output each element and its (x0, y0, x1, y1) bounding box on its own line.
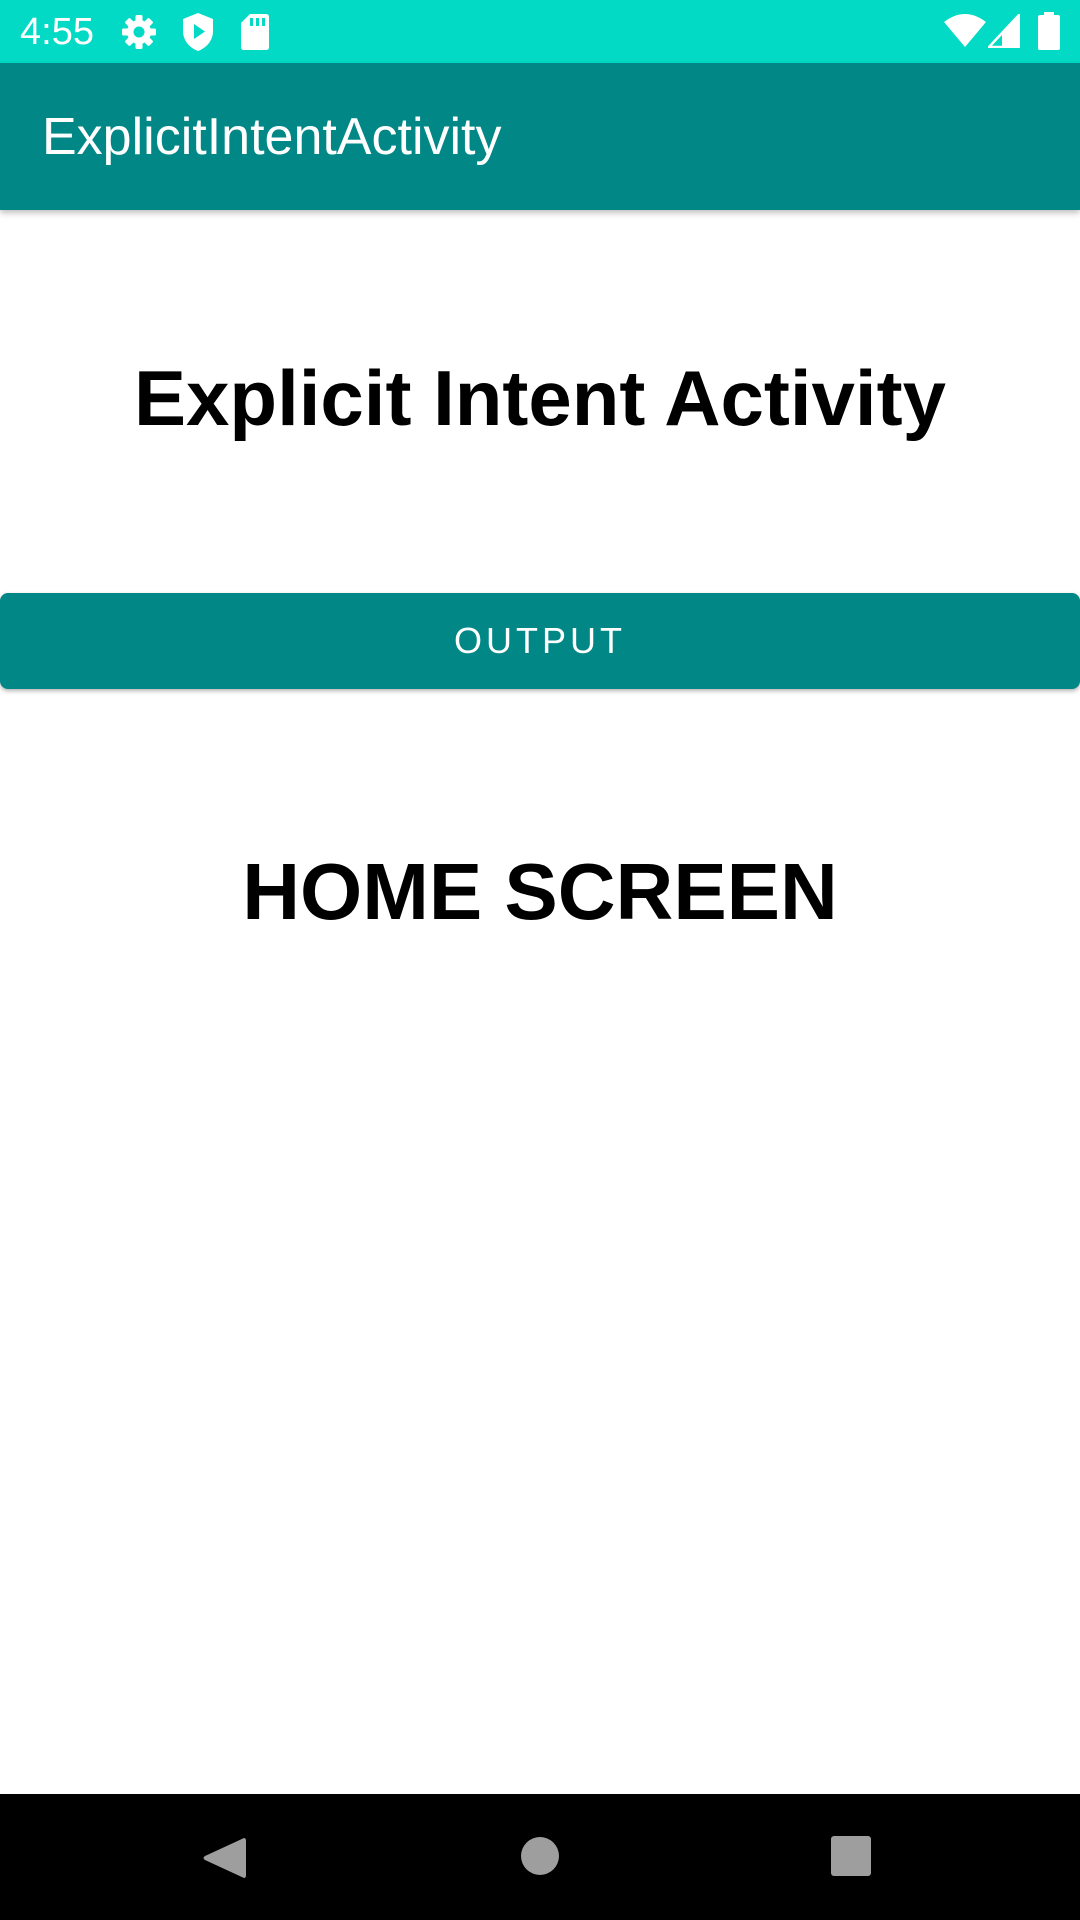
status-bar: 4:55 (0, 0, 1080, 63)
recents-icon[interactable] (831, 1836, 871, 1876)
app-title: ExplicitIntentActivity (42, 108, 502, 166)
output-button[interactable]: OUTPUT (0, 593, 1080, 689)
back-icon[interactable] (200, 1834, 248, 1882)
cellular-signal-icon (988, 14, 1020, 48)
battery-icon (1038, 12, 1060, 50)
status-time: 4:55 (20, 11, 94, 53)
shield-play-icon (183, 13, 213, 51)
home-icon[interactable] (520, 1836, 560, 1876)
wifi-icon (944, 14, 986, 47)
navigation-bar (0, 1794, 1080, 1920)
settings-icon (122, 15, 156, 49)
sd-card-icon (241, 14, 269, 50)
home-screen-label: HOME SCREEN (242, 847, 838, 936)
app-bar: ExplicitIntentActivity (0, 63, 1080, 210)
activity-heading: Explicit Intent Activity (134, 354, 946, 442)
